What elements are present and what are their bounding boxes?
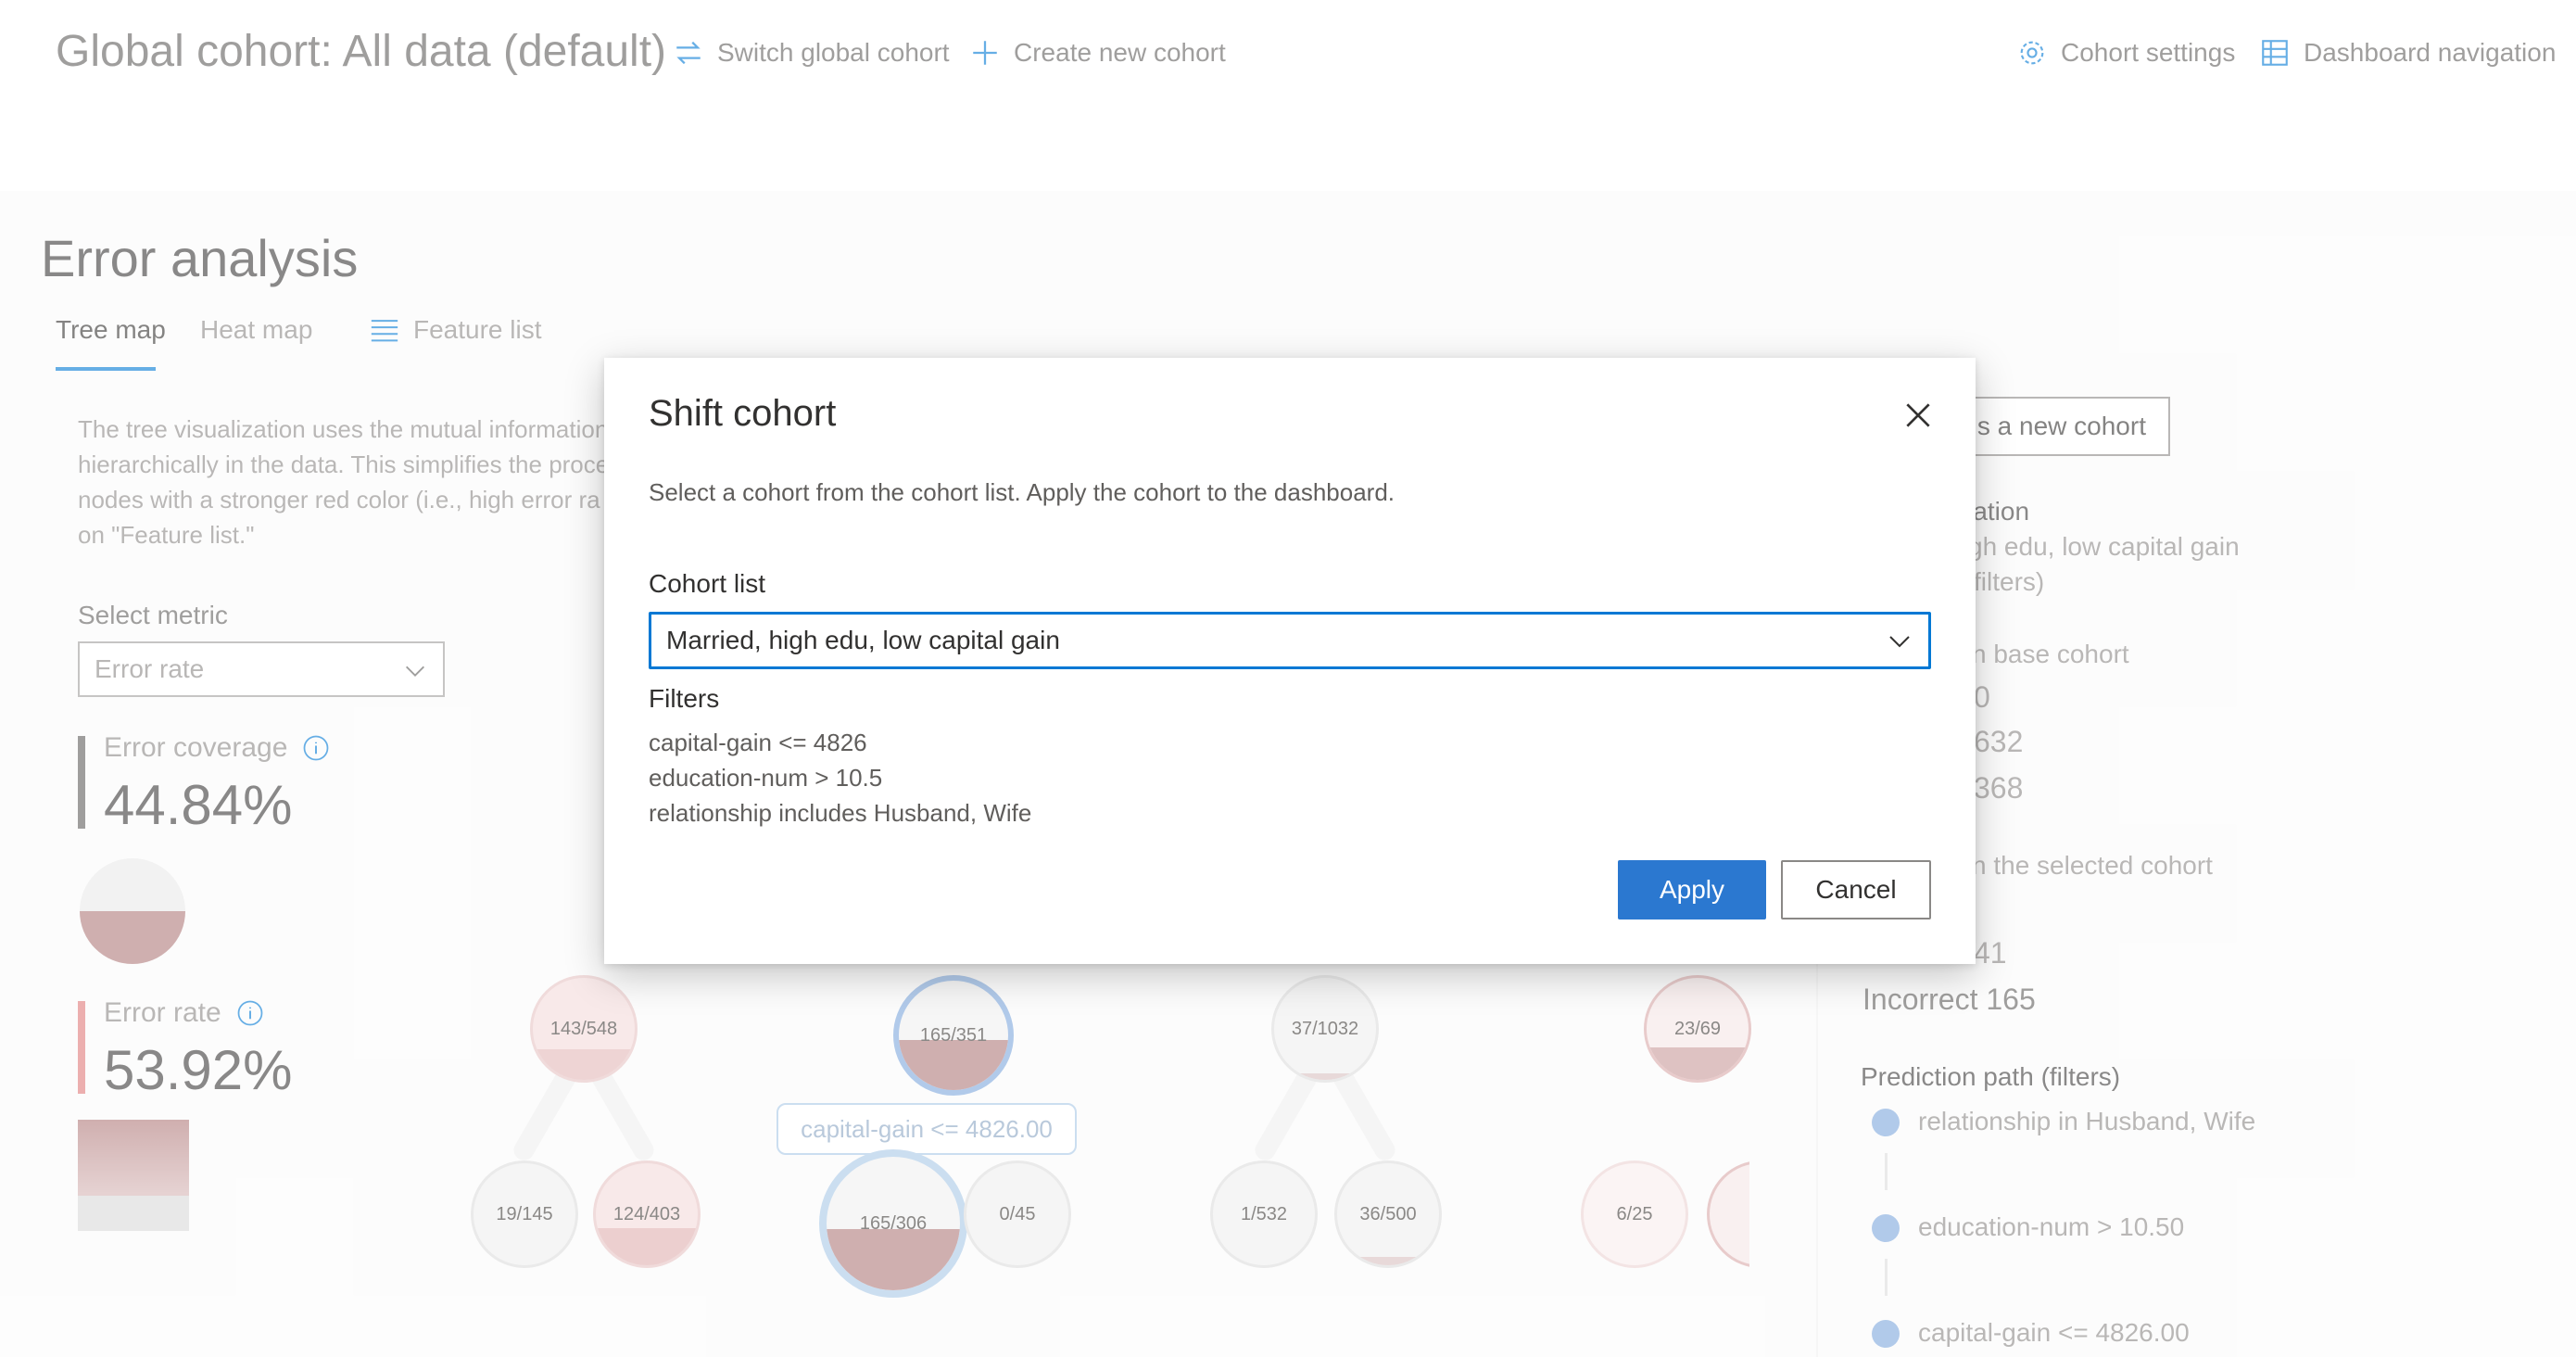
cohort-list-dropdown[interactable]: Married, high edu, low capital gain: [649, 612, 1931, 669]
close-icon[interactable]: [1900, 397, 1937, 434]
dialog-title: Shift cohort: [649, 393, 837, 434]
apply-button[interactable]: Apply: [1618, 860, 1766, 919]
filter-item: education-num > 10.5: [649, 764, 883, 792]
cohort-list-label: Cohort list: [649, 569, 766, 598]
filters-label: Filters: [649, 684, 720, 713]
cohort-list-value: Married, high edu, low capital gain: [666, 626, 1060, 654]
filter-item: capital-gain <= 4826: [649, 729, 867, 756]
cancel-button[interactable]: Cancel: [1781, 860, 1931, 919]
dialog-subtitle: Select a cohort from the cohort list. Ap…: [649, 478, 1395, 506]
filter-item: relationship includes Husband, Wife: [649, 799, 1032, 827]
chevron-down-icon: [1889, 636, 1910, 648]
shift-cohort-dialog: Shift cohort Select a cohort from the co…: [604, 358, 1976, 964]
